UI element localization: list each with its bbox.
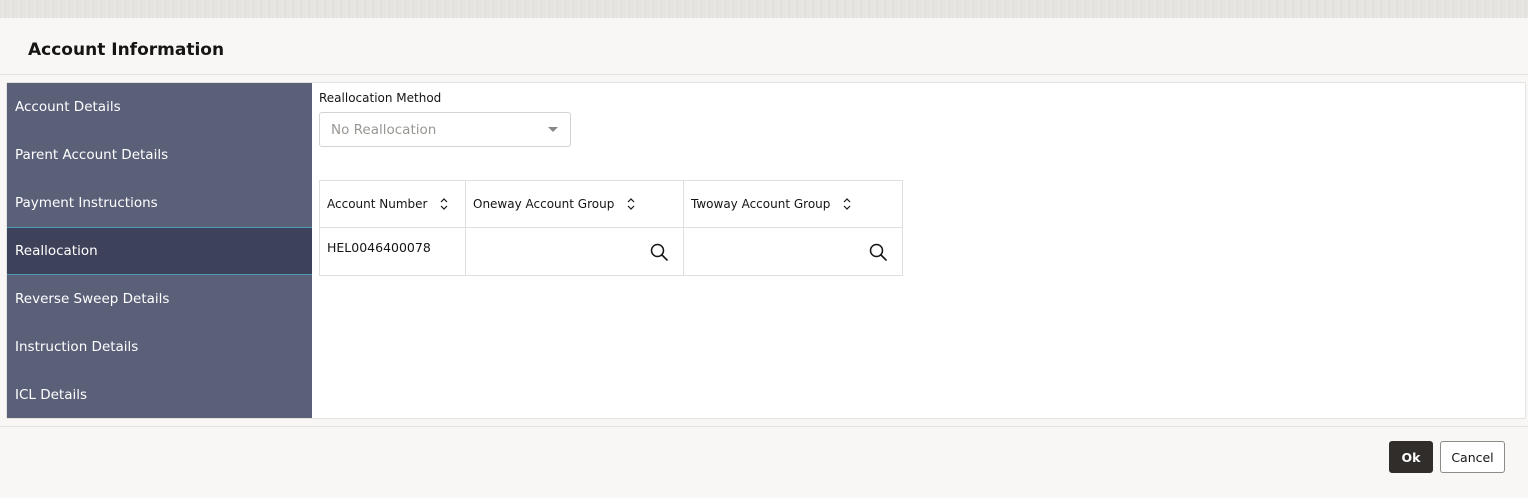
reallocation-table: Account Number Oneway Account Group Twow…	[319, 180, 903, 276]
sidebar-nav: Account Details Parent Account Details P…	[7, 83, 312, 418]
oneway-account-group-cell[interactable]	[465, 227, 684, 276]
sidebar-item-label: Parent Account Details	[15, 147, 169, 163]
sidebar-item-reallocation[interactable]: Reallocation	[7, 227, 312, 275]
table-header-row: Account Number Oneway Account Group Twow…	[319, 180, 903, 228]
sort-icon[interactable]	[439, 197, 449, 211]
dialog-header: Account Information	[0, 18, 1528, 75]
sidebar-item-label: ICL Details	[15, 387, 88, 403]
sidebar-item-account-details[interactable]: Account Details	[7, 83, 312, 131]
column-header-label: Twoway Account Group	[691, 197, 831, 211]
sort-icon[interactable]	[842, 197, 852, 211]
table-row: HEL0046400078	[319, 227, 903, 276]
twoway-account-group-cell[interactable]	[683, 227, 903, 276]
ok-button[interactable]: Ok	[1389, 441, 1433, 473]
dialog-title: Account Information	[28, 40, 225, 60]
content-panel: Account Details Parent Account Details P…	[6, 82, 1526, 419]
column-header-twoway-account-group[interactable]: Twoway Account Group	[683, 180, 903, 228]
sidebar-item-label: Reverse Sweep Details	[15, 291, 170, 307]
sidebar-item-label: Account Details	[15, 99, 121, 115]
sidebar-item-instruction-details[interactable]: Instruction Details	[7, 323, 312, 371]
column-header-label: Oneway Account Group	[473, 197, 615, 211]
cancel-button[interactable]: Cancel	[1440, 441, 1505, 473]
reallocation-method-value: No Reallocation	[331, 122, 437, 138]
sort-icon[interactable]	[626, 197, 636, 211]
account-number-value: HEL0046400078	[327, 240, 431, 255]
top-background-texture	[0, 0, 1528, 18]
search-icon[interactable]	[868, 242, 888, 262]
column-header-label: Account Number	[327, 197, 428, 211]
sidebar-item-payment-instructions[interactable]: Payment Instructions	[7, 179, 312, 227]
sidebar-item-parent-account-details[interactable]: Parent Account Details	[7, 131, 312, 179]
main-content: Reallocation Method No Reallocation Acco…	[312, 83, 1525, 418]
column-header-account-number[interactable]: Account Number	[319, 180, 466, 228]
sidebar-item-label: Reallocation	[15, 243, 98, 259]
account-number-cell: HEL0046400078	[319, 227, 466, 276]
sidebar-item-icl-details[interactable]: ICL Details	[7, 371, 312, 419]
reallocation-method-label: Reallocation Method	[319, 91, 442, 105]
search-icon[interactable]	[649, 242, 669, 262]
sidebar-item-label: Payment Instructions	[15, 195, 158, 211]
dialog-footer: Ok Cancel	[0, 426, 1528, 498]
column-header-oneway-account-group[interactable]: Oneway Account Group	[465, 180, 684, 228]
sidebar-item-reverse-sweep-details[interactable]: Reverse Sweep Details	[7, 275, 312, 323]
reallocation-method-select[interactable]: No Reallocation	[319, 112, 571, 147]
chevron-down-icon	[548, 127, 558, 132]
sidebar-item-label: Instruction Details	[15, 339, 139, 355]
